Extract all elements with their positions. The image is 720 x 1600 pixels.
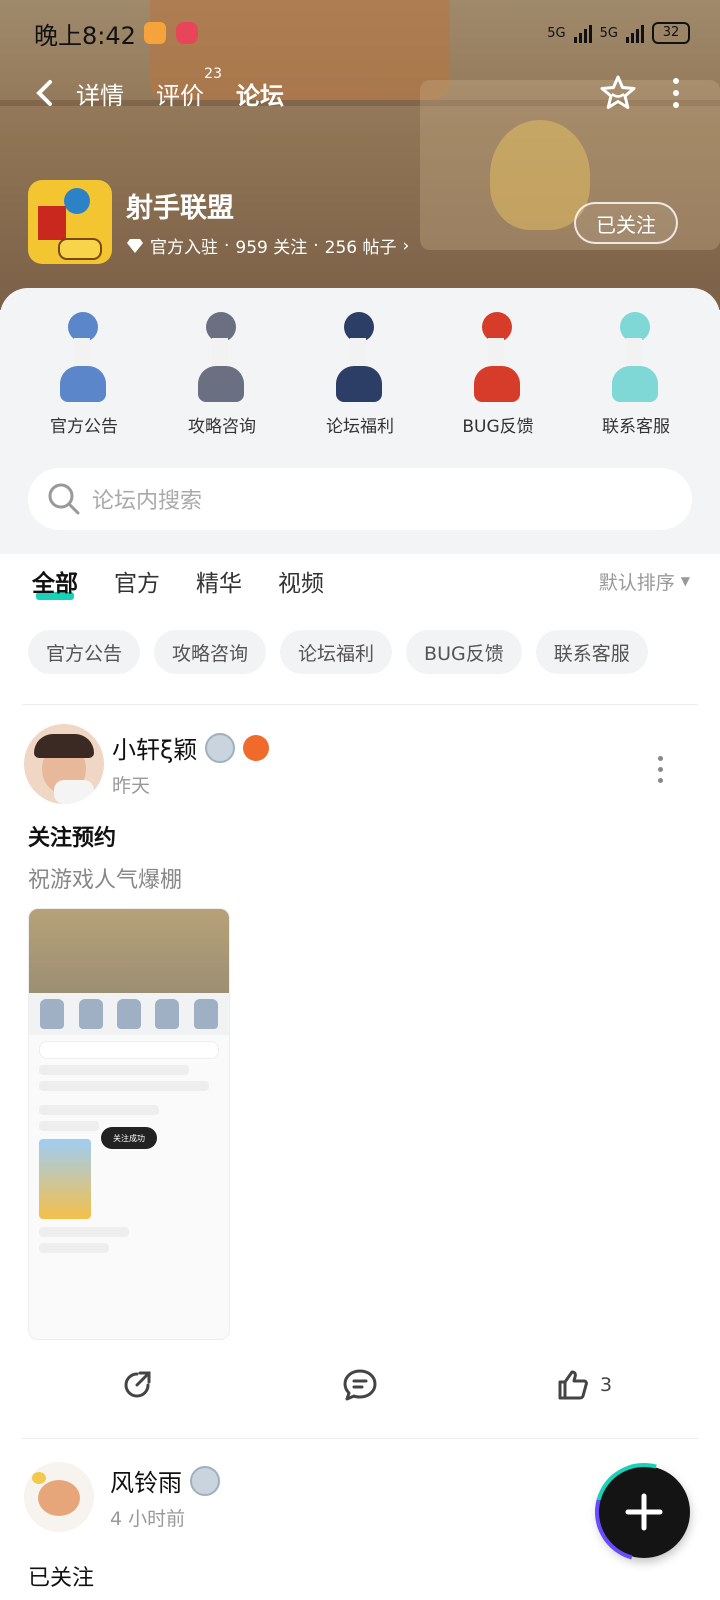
post-title[interactable]: 已关注: [28, 1560, 94, 1592]
chip-bug-report[interactable]: BUG反馈: [406, 630, 522, 674]
category-tile[interactable]: BUG反馈: [436, 304, 560, 437]
post-more-button[interactable]: [658, 756, 664, 783]
category-label: 论坛福利: [326, 417, 394, 437]
image-toast-text: 关注成功: [101, 1127, 157, 1149]
tab-details[interactable]: 详情: [76, 76, 124, 111]
category-mascot-icon: [44, 304, 124, 404]
game-name: 射手联盟: [126, 193, 234, 224]
category-label: 联系客服: [602, 417, 670, 437]
level-badge-icon: [190, 1465, 220, 1496]
follow-count: 959 关注: [235, 238, 308, 258]
category-label: 攻略咨询: [188, 417, 256, 437]
diamond-icon: [127, 238, 143, 253]
game-info: 射手联盟 官方入驻 · 959 关注 · 256 帖子 ›: [28, 180, 409, 264]
more-menu-button[interactable]: [672, 78, 680, 108]
chip-welfare[interactable]: 论坛福利: [280, 630, 393, 674]
thumbs-up-icon: [558, 1370, 588, 1400]
category-tile[interactable]: 官方公告: [22, 304, 146, 437]
avatar[interactable]: [24, 1462, 94, 1532]
search-input[interactable]: 论坛内搜索: [28, 468, 692, 530]
post-count: 256 帖子: [324, 238, 397, 258]
filter-featured[interactable]: 精华: [196, 564, 242, 598]
post-time: 4 小时前: [110, 1508, 186, 1530]
category-tile[interactable]: 攻略咨询: [160, 304, 284, 437]
star-icon: [600, 75, 636, 109]
share-icon: [124, 1371, 151, 1398]
chip-customer-service[interactable]: 联系客服: [535, 630, 648, 674]
chip-announcements[interactable]: 官方公告: [28, 630, 141, 674]
category-tile[interactable]: 论坛福利: [298, 304, 422, 437]
filter-all[interactable]: 全部: [32, 564, 78, 600]
game-stats[interactable]: 官方入驻 · 959 关注 · 256 帖子 ›: [126, 233, 409, 258]
username: 风铃雨: [110, 1469, 182, 1497]
create-post-button[interactable]: [598, 1466, 690, 1558]
post-author[interactable]: 风铃雨 4 小时前: [24, 1462, 220, 1532]
like-button[interactable]: 3: [556, 1368, 612, 1402]
category-label: 官方公告: [50, 417, 118, 437]
status-bar: 晚上8:42 5G 5G 32: [34, 16, 690, 50]
category-chips: 官方公告 攻略咨询 论坛福利 BUG反馈 联系客服: [28, 630, 648, 674]
status-time: 晚上8:42: [34, 21, 136, 50]
tab-reviews-label: 评价: [156, 81, 204, 110]
category-mascot-icon: [182, 304, 262, 404]
favorite-button[interactable]: [598, 73, 638, 113]
network-label: 5G: [547, 25, 566, 41]
filter-video[interactable]: 视频: [278, 564, 324, 598]
share-button[interactable]: [120, 1368, 154, 1402]
post-title[interactable]: 关注预约: [28, 820, 116, 852]
category-tile[interactable]: 联系客服: [574, 304, 698, 437]
chip-guides[interactable]: 攻略咨询: [154, 630, 267, 674]
caret-down-icon: ▼: [680, 574, 690, 588]
review-count: 23: [204, 65, 222, 82]
like-count: 3: [600, 1374, 613, 1396]
search-placeholder: 论坛内搜索: [92, 489, 203, 514]
game-logo[interactable]: [28, 180, 112, 264]
post-body[interactable]: 祝游戏人气爆棚: [28, 862, 182, 894]
filter-official[interactable]: 官方: [114, 564, 160, 598]
post-filter-bar: 全部 官方 精华 视频 默认排序 ▼: [32, 564, 690, 600]
tab-reviews[interactable]: 评价 23: [156, 66, 222, 111]
battery-icon: 32: [652, 22, 690, 44]
post-time: 昨天: [112, 775, 151, 797]
category-label: BUG反馈: [462, 417, 534, 437]
level-badge-icon: [205, 732, 236, 763]
category-mascot-icon: [320, 304, 400, 404]
post-image[interactable]: 关注成功: [28, 908, 230, 1340]
network-label-2: 5G: [599, 25, 618, 41]
post-author[interactable]: 小轩ξ颖 昨天: [24, 724, 270, 804]
comment-button[interactable]: [342, 1368, 378, 1402]
divider: [22, 1438, 698, 1439]
game-badge-icon: [243, 734, 270, 761]
plus-icon: [625, 1493, 663, 1531]
divider: [22, 704, 698, 705]
sort-label: 默认排序: [598, 571, 675, 594]
comment-icon: [343, 1369, 377, 1401]
chevron-left-icon: [36, 80, 52, 106]
category-mascot-icon: [458, 304, 538, 404]
notification-app-icon-2: [175, 22, 198, 44]
followed-button[interactable]: 已关注: [574, 202, 678, 244]
avatar[interactable]: [24, 724, 104, 804]
username: 小轩ξ颖: [112, 736, 198, 764]
category-mascot-icon: [596, 304, 676, 404]
signal-icon: [573, 23, 592, 43]
chevron-right-icon: ›: [402, 235, 410, 256]
official-label: 官方入驻: [150, 238, 218, 258]
sort-dropdown[interactable]: 默认排序 ▼: [599, 568, 690, 595]
forum-category-panel: 官方公告 攻略咨询 论坛福利 BUG反馈 联系客服 论坛内搜索: [0, 288, 720, 554]
back-button[interactable]: [30, 78, 60, 108]
search-icon: [46, 481, 82, 517]
top-nav: 详情 评价 23 论坛: [30, 66, 680, 116]
tab-forum[interactable]: 论坛: [236, 76, 284, 115]
notification-app-icon: [143, 22, 166, 44]
post-actions: 3: [0, 1368, 720, 1428]
signal-icon-2: [626, 23, 644, 43]
